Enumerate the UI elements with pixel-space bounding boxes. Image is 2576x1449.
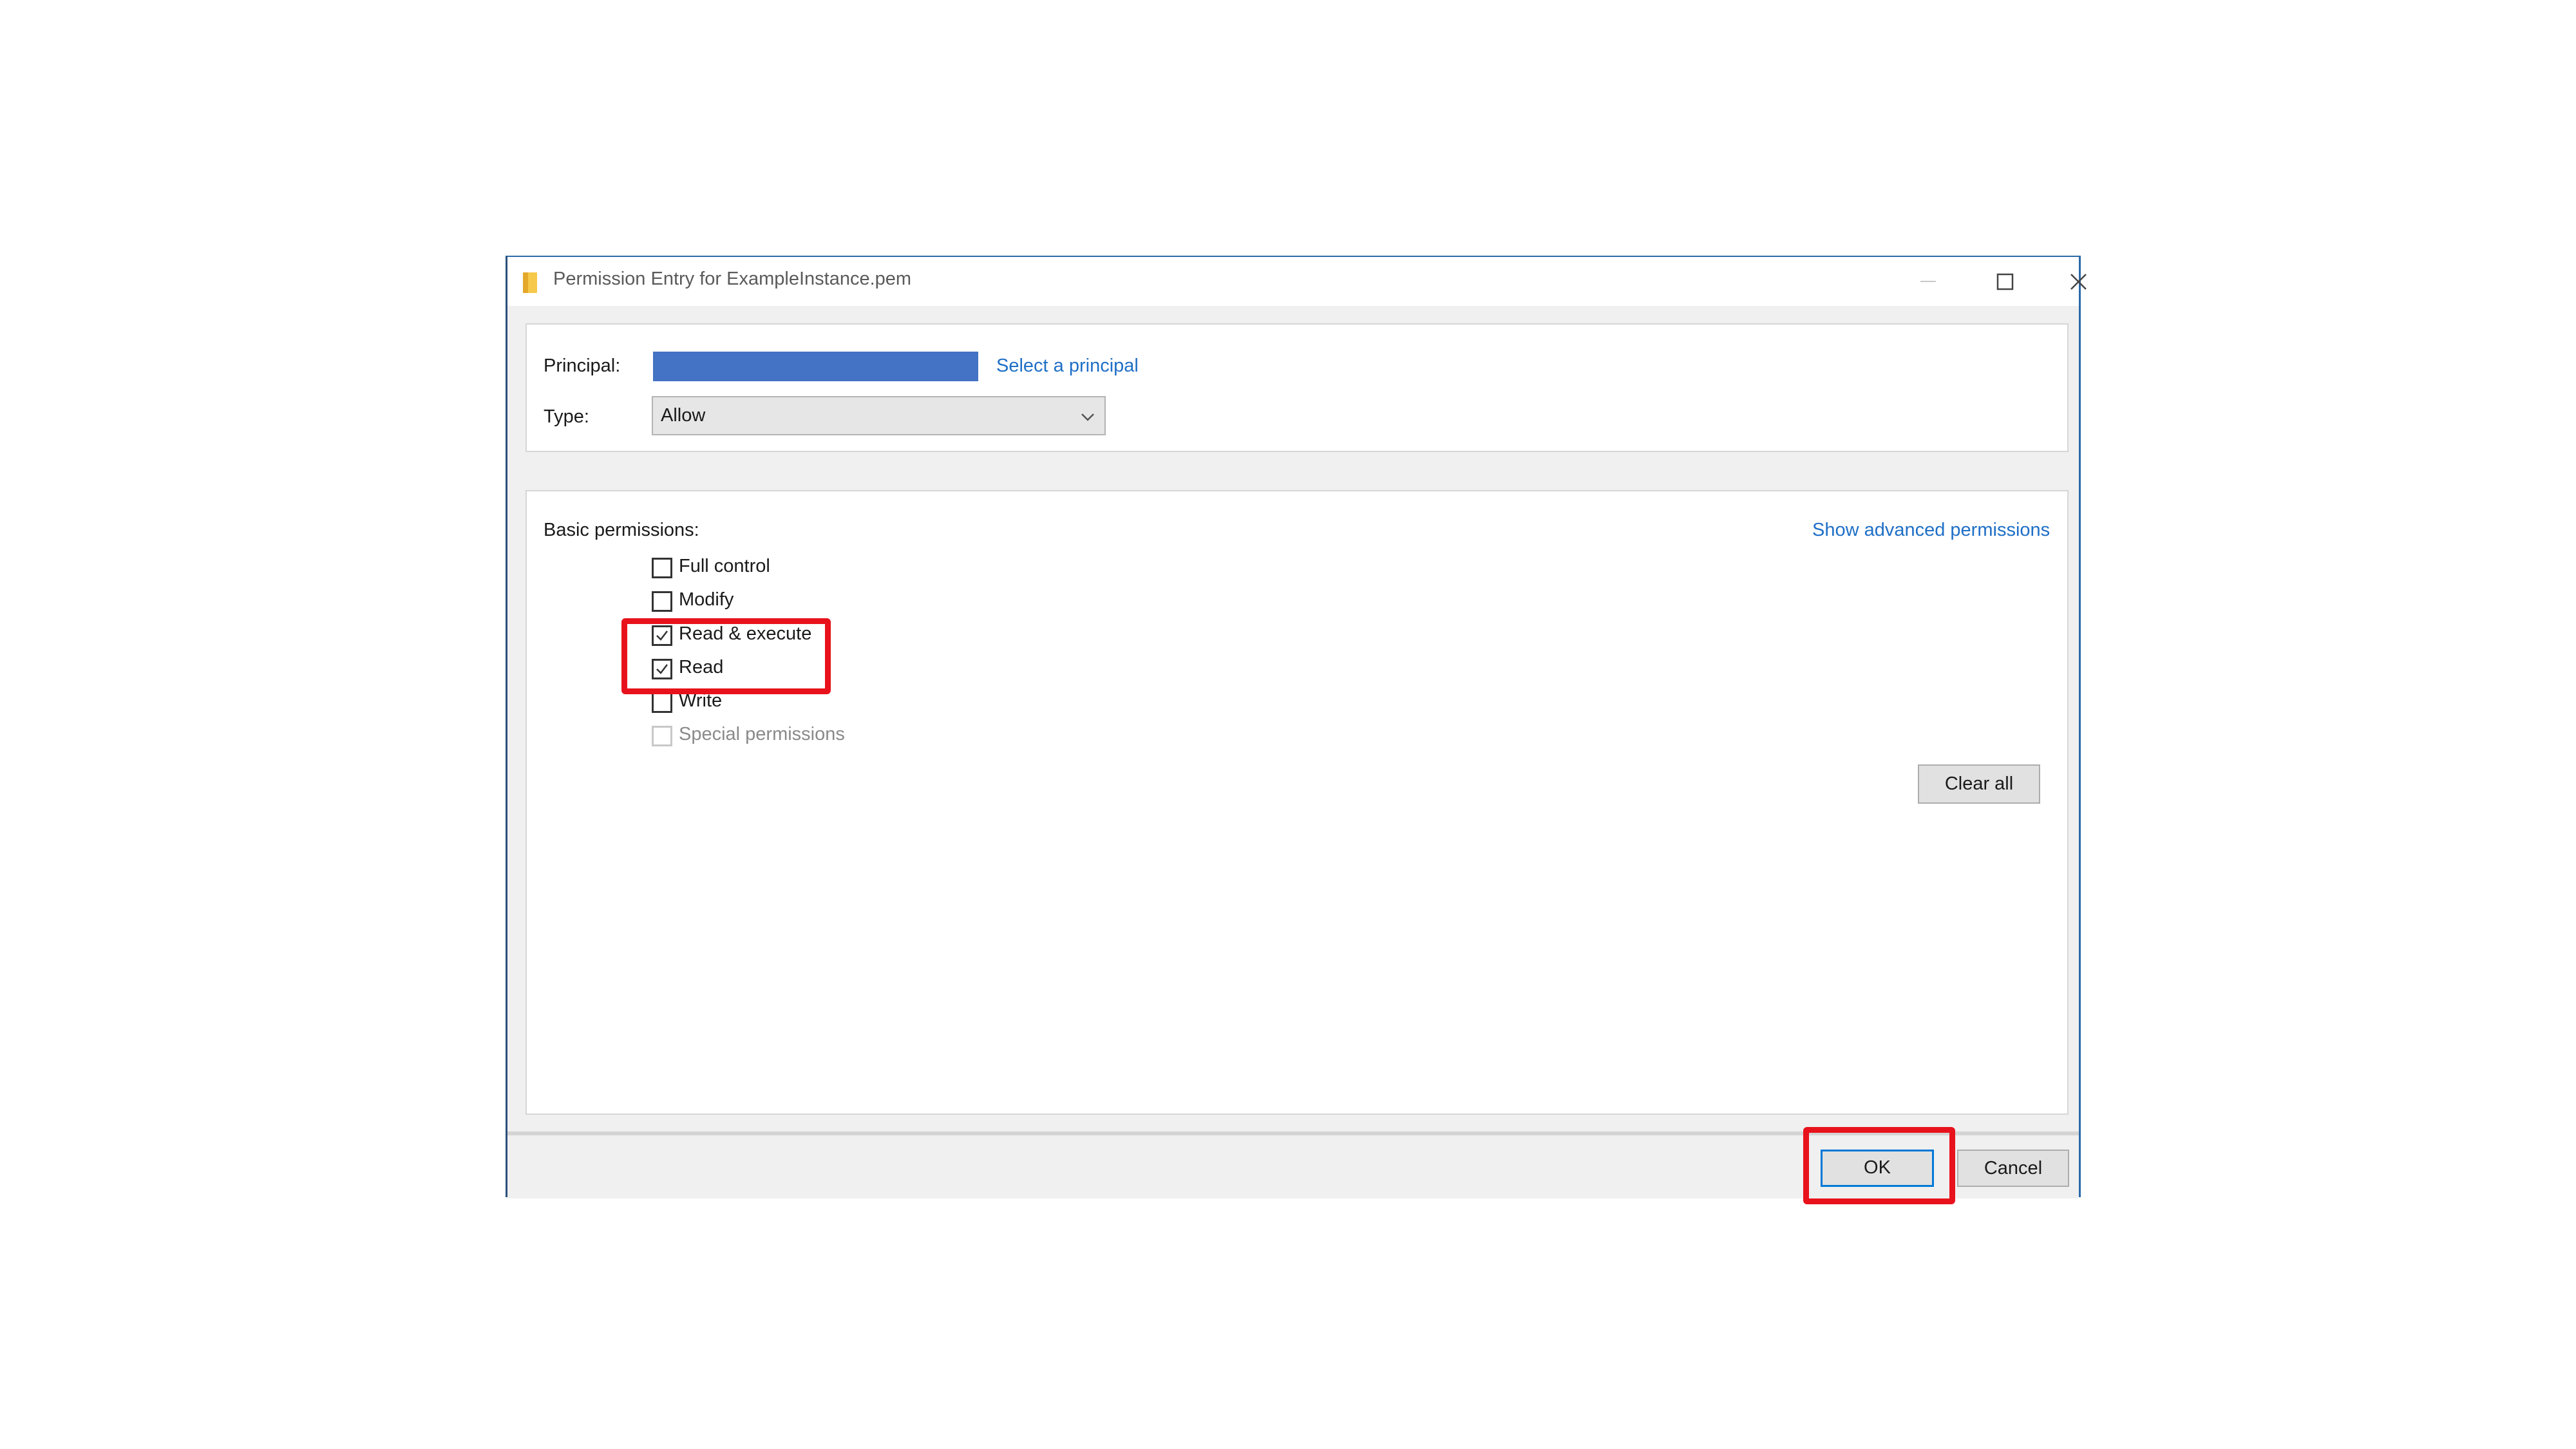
cancel-button[interactable]: Cancel bbox=[1957, 1150, 2069, 1187]
permission-modify[interactable]: Modify bbox=[652, 589, 896, 614]
type-select-value: Allow bbox=[661, 405, 706, 426]
select-principal-link[interactable]: Select a principal bbox=[996, 355, 1139, 377]
minimize-icon bbox=[1920, 281, 1936, 282]
full-control-label: Full control bbox=[679, 556, 770, 576]
show-advanced-permissions-link[interactable]: Show advanced permissions bbox=[1812, 520, 2050, 541]
principal-value bbox=[653, 352, 978, 381]
full-control-checkbox[interactable] bbox=[652, 558, 672, 578]
special-permissions-label: Special permissions bbox=[679, 724, 845, 744]
modify-checkbox[interactable] bbox=[652, 591, 672, 612]
permission-special: Special permissions bbox=[652, 723, 896, 749]
folder-icon bbox=[523, 272, 537, 293]
type-select[interactable]: Allow bbox=[652, 396, 1106, 435]
highlight-ok-button bbox=[1803, 1127, 1955, 1204]
principal-label: Principal: bbox=[544, 355, 621, 376]
write-checkbox[interactable] bbox=[652, 692, 672, 713]
minimize-button[interactable] bbox=[1891, 257, 1965, 306]
maximize-icon bbox=[1996, 273, 2014, 290]
title-bar: Permission Entry for ExampleInstance.pem bbox=[507, 257, 2087, 306]
basic-permissions-heading: Basic permissions: bbox=[544, 520, 699, 540]
type-label: Type: bbox=[544, 406, 589, 427]
close-button[interactable] bbox=[2042, 257, 2116, 306]
dialog-content: Principal: Select a principal Type: Allo… bbox=[507, 306, 2079, 1132]
highlight-read-permissions bbox=[621, 618, 831, 694]
basic-permissions-panel: Basic permissions: Show advanced permiss… bbox=[526, 490, 2069, 1115]
clear-all-button[interactable]: Clear all bbox=[1918, 764, 2040, 804]
close-icon bbox=[2070, 274, 2087, 290]
modify-label: Modify bbox=[679, 589, 734, 610]
window-title: Permission Entry for ExampleInstance.pem bbox=[553, 269, 912, 289]
permission-full-control[interactable]: Full control bbox=[652, 555, 896, 581]
chevron-down-icon bbox=[1081, 413, 1094, 421]
principal-panel: Principal: Select a principal Type: Allo… bbox=[526, 323, 2069, 452]
permission-entry-dialog: Permission Entry for ExampleInstance.pem… bbox=[506, 256, 2087, 1198]
maximize-button[interactable] bbox=[1968, 257, 2042, 306]
special-permissions-checkbox bbox=[652, 726, 672, 746]
